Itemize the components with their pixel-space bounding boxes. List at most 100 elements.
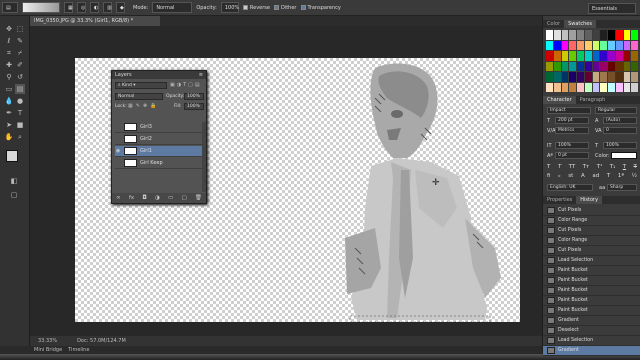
- color-swatch[interactable]: [577, 82, 584, 92]
- tab-character[interactable]: Character: [543, 96, 576, 104]
- smart-filter-icon[interactable]: ▤: [195, 82, 200, 89]
- layer-row[interactable]: Girl3: [115, 122, 203, 133]
- adjust-filter-icon[interactable]: ◑: [177, 82, 181, 89]
- color-swatch[interactable]: [577, 61, 584, 71]
- baseline-shift-input[interactable]: 0 pt: [555, 152, 589, 159]
- fill-input[interactable]: 100%: [184, 103, 204, 110]
- stylistic-icon[interactable]: st: [568, 173, 573, 181]
- small-caps-icon[interactable]: Tт: [583, 164, 590, 172]
- color-swatch[interactable]: [546, 40, 553, 50]
- mode-select[interactable]: Normal: [152, 2, 193, 13]
- color-swatch[interactable]: [592, 61, 600, 71]
- faux-bold-icon[interactable]: T: [547, 164, 550, 172]
- color-swatch[interactable]: [615, 72, 623, 82]
- color-swatch[interactable]: [631, 61, 638, 71]
- zoom-tool-icon[interactable]: ⌕: [15, 132, 25, 142]
- history-item[interactable]: Deselect: [543, 326, 640, 336]
- color-swatch[interactable]: [600, 72, 607, 82]
- lock-all-icon[interactable]: 🔒: [150, 103, 156, 109]
- color-swatch[interactable]: [569, 51, 576, 61]
- history-item[interactable]: Load Selection: [543, 256, 640, 266]
- color-swatch[interactable]: [631, 51, 638, 61]
- tab-properties[interactable]: Properties: [543, 196, 576, 204]
- color-swatch[interactable]: [615, 30, 623, 40]
- lock-pixels-icon[interactable]: ✎: [136, 103, 140, 109]
- color-swatch[interactable]: [569, 40, 576, 50]
- vertical-scale-input[interactable]: 100%: [555, 142, 589, 149]
- lasso-tool-icon[interactable]: ℓ: [4, 36, 14, 46]
- timeline-tab[interactable]: Timeline: [68, 347, 89, 353]
- tab-history[interactable]: History: [576, 196, 603, 204]
- dither-checkbox[interactable]: Dither: [273, 5, 297, 11]
- color-swatch[interactable]: [553, 51, 561, 61]
- angle-gradient-icon[interactable]: ◐: [90, 2, 99, 13]
- tab-color[interactable]: Color: [543, 20, 564, 28]
- history-item[interactable]: Paint Bucket: [543, 266, 640, 276]
- color-swatch[interactable]: [631, 82, 638, 92]
- color-swatch[interactable]: [615, 51, 623, 61]
- superscript-icon[interactable]: T¹: [597, 164, 603, 172]
- color-swatch[interactable]: [561, 72, 569, 82]
- linear-gradient-icon[interactable]: ▦: [64, 2, 73, 13]
- color-swatch[interactable]: [584, 40, 592, 50]
- color-swatch[interactable]: [569, 30, 576, 40]
- path-select-icon[interactable]: ➤: [4, 120, 14, 130]
- font-size-input[interactable]: 200 pt: [555, 117, 589, 124]
- history-item[interactable]: Gradient: [543, 316, 640, 326]
- clone-stamp-icon[interactable]: ⚲: [4, 72, 14, 82]
- color-swatch[interactable]: [569, 72, 576, 82]
- strikethrough-icon[interactable]: T: [634, 164, 637, 172]
- new-layer-icon[interactable]: ▢: [181, 195, 186, 201]
- color-swatch[interactable]: [569, 61, 576, 71]
- workspace-select[interactable]: Essentials: [588, 3, 636, 14]
- tracking-input[interactable]: 0: [603, 127, 637, 134]
- antialias-select[interactable]: Sharp: [607, 184, 637, 191]
- color-swatch[interactable]: [631, 30, 638, 40]
- eye-icon[interactable]: ◉: [115, 148, 121, 154]
- color-swatch[interactable]: [546, 61, 553, 71]
- blend-mode-select[interactable]: Normal: [115, 93, 163, 100]
- marquee-tool-icon[interactable]: ⬚: [15, 24, 25, 34]
- opacity-input[interactable]: 100%: [220, 2, 239, 13]
- color-swatch[interactable]: [592, 72, 600, 82]
- titling-icon[interactable]: ad: [592, 173, 599, 181]
- move-tool-icon[interactable]: ✥: [4, 24, 14, 34]
- color-swatch[interactable]: [608, 72, 615, 82]
- eraser-tool-icon[interactable]: ▭: [4, 84, 14, 94]
- quick-select-tool-icon[interactable]: ✎: [15, 36, 25, 46]
- foreground-color-swatch[interactable]: [6, 150, 18, 162]
- gradient-editor[interactable]: [22, 2, 60, 13]
- color-swatch[interactable]: [584, 61, 592, 71]
- layer-row[interactable]: Girl2: [115, 134, 203, 145]
- type-filter-icon[interactable]: T: [183, 82, 186, 89]
- fx-icon[interactable]: fx: [129, 195, 134, 201]
- history-item[interactable]: Cut Pixels: [543, 246, 640, 256]
- history-item[interactable]: Paint Bucket: [543, 306, 640, 316]
- color-swatch[interactable]: [615, 61, 623, 71]
- hand-tool-icon[interactable]: ✋: [4, 132, 14, 142]
- kerning-input[interactable]: Metrics: [555, 127, 589, 134]
- history-item[interactable]: Paint Bucket: [543, 276, 640, 286]
- text-color-swatch[interactable]: [611, 152, 637, 159]
- color-swatch[interactable]: [600, 61, 607, 71]
- pixel-filter-icon[interactable]: ▣: [170, 82, 175, 89]
- folder-icon[interactable]: ▭: [168, 195, 173, 201]
- diamond-gradient-icon[interactable]: ◆: [116, 2, 125, 13]
- color-swatch[interactable]: [608, 61, 615, 71]
- reflected-gradient-icon[interactable]: ▥: [103, 2, 112, 13]
- color-swatch[interactable]: [584, 82, 592, 92]
- history-item[interactable]: Gradient: [543, 346, 640, 356]
- color-swatch[interactable]: [553, 40, 561, 50]
- color-swatch[interactable]: [600, 51, 607, 61]
- lock-transparent-icon[interactable]: ▦: [128, 103, 133, 109]
- color-swatch[interactable]: [608, 82, 615, 92]
- history-item[interactable]: Paint Bucket: [543, 286, 640, 296]
- layer-row-selected[interactable]: ◉ Girl1: [115, 146, 203, 157]
- color-swatch[interactable]: [584, 30, 592, 40]
- shape-filter-icon[interactable]: ▢: [188, 82, 193, 89]
- color-swatch[interactable]: [577, 72, 584, 82]
- fraction-icon[interactable]: T: [607, 173, 610, 181]
- color-swatch[interactable]: [577, 51, 584, 61]
- color-swatch[interactable]: [623, 72, 631, 82]
- color-swatch[interactable]: [546, 72, 553, 82]
